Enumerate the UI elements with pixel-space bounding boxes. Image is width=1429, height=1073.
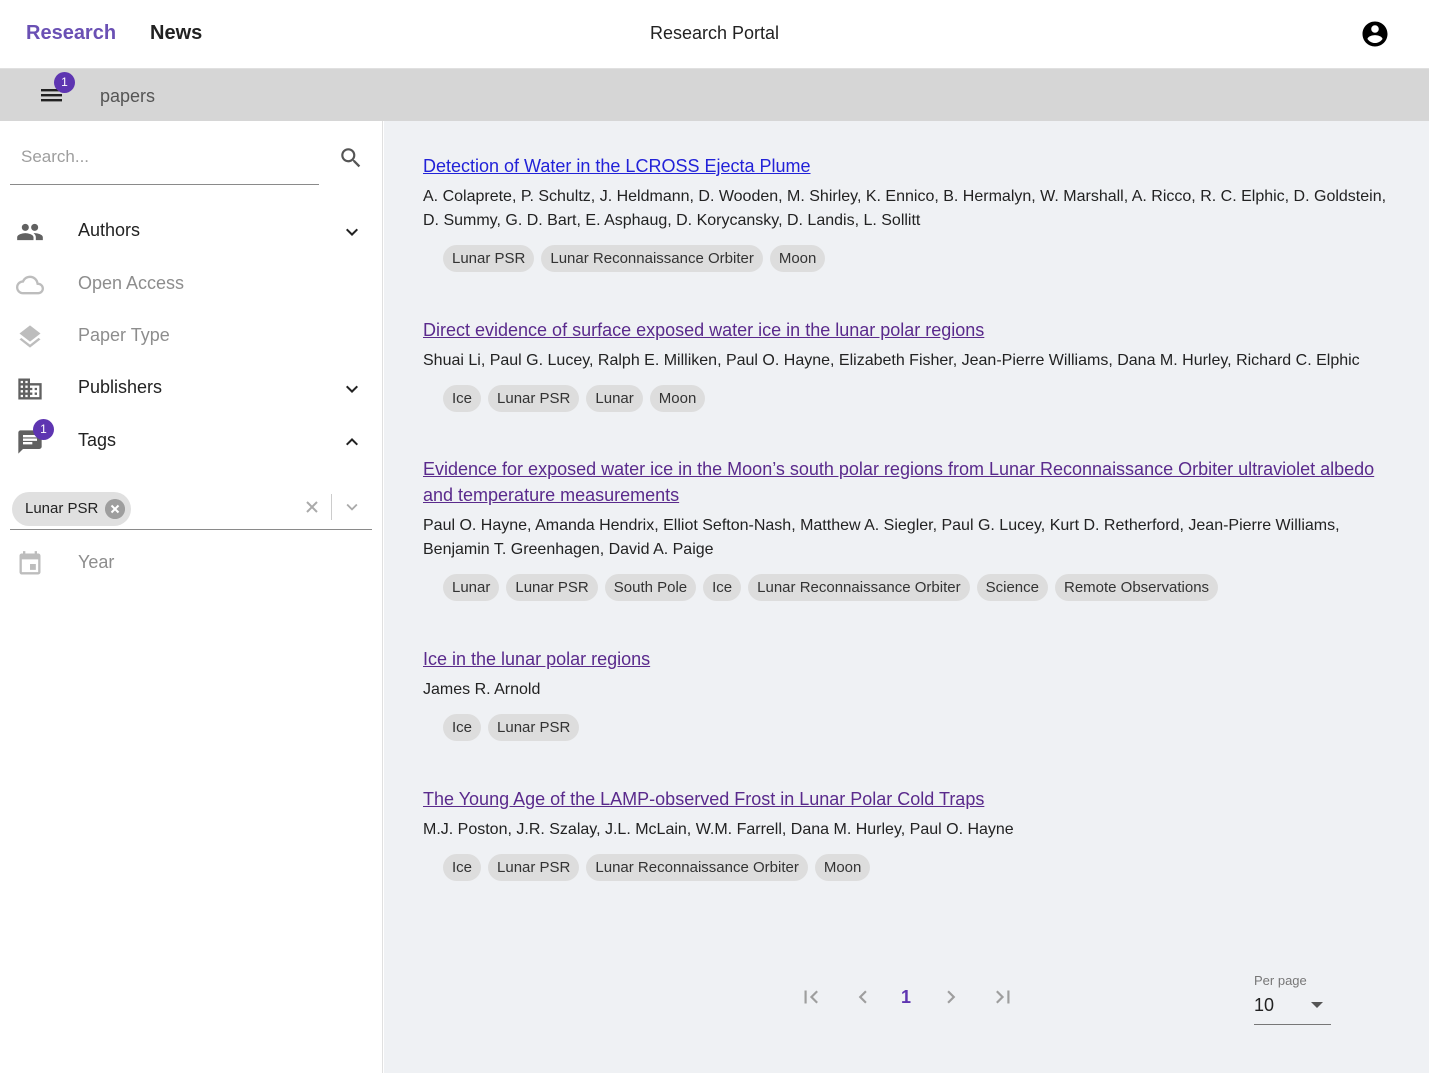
paper-item: Direct evidence of surface exposed water… — [423, 317, 1398, 412]
people-icon — [17, 223, 43, 241]
chevron-up-icon — [346, 438, 358, 446]
facet-open-access[interactable]: Open Access — [0, 259, 383, 311]
tag-chip[interactable]: Lunar PSR — [443, 245, 535, 272]
tag-chip[interactable]: Moon — [769, 245, 826, 272]
search-input[interactable] — [21, 147, 311, 167]
page-number-current[interactable]: 1 — [901, 987, 911, 1008]
tags-select[interactable]: Lunar PSR — [10, 488, 372, 530]
layers-icon — [19, 325, 41, 348]
search-field — [10, 139, 319, 185]
facet-paper-type-label: Paper Type — [78, 325, 170, 345]
secondary-toolbar: papers — [0, 69, 1429, 121]
filter-sidebar: Authors Open Access Paper Type Publisher… — [0, 121, 383, 1073]
facet-tags-label: Tags — [78, 430, 117, 450]
tag-chip[interactable]: South Pole — [604, 574, 697, 601]
paper-tags: Lunar Lunar PSR South Pole Ice Lunar Rec… — [443, 574, 1398, 601]
paper-tags: Ice Lunar PSR Lunar Reconnaissance Orbit… — [443, 854, 1398, 881]
per-page-value: 10 — [1254, 995, 1275, 1015]
chevron-down-icon — [346, 228, 358, 236]
first-page-icon[interactable] — [798, 984, 824, 1010]
search-icon[interactable] — [338, 145, 364, 171]
tags-count-badge: 1 — [33, 419, 54, 440]
paper-tags: Ice Lunar PSR Lunar Moon — [443, 385, 1398, 412]
paper-item: The Young Age of the LAMP-observed Frost… — [423, 786, 1398, 881]
remove-tag-icon[interactable] — [105, 499, 125, 519]
chevron-down-icon — [346, 385, 358, 393]
paper-title-link[interactable]: Ice in the lunar polar regions — [423, 646, 1398, 672]
tag-chip[interactable]: Lunar PSR — [488, 385, 580, 412]
tag-chip[interactable]: Lunar — [586, 385, 643, 412]
facet-open-access-label: Open Access — [78, 273, 185, 293]
select-divider — [331, 494, 332, 520]
tag-chip[interactable]: Lunar Reconnaissance Orbiter — [541, 245, 763, 272]
tag-chip[interactable]: Ice — [443, 385, 482, 412]
paper-authors: A. Colaprete, P. Schultz, J. Heldmann, D… — [423, 188, 1387, 229]
top-app-bar: Research News Research Portal — [0, 0, 1429, 69]
facet-authors-label: Authors — [78, 220, 141, 240]
clear-icon[interactable] — [303, 498, 321, 516]
previous-page-icon[interactable] — [850, 984, 876, 1010]
nav-research-link[interactable]: Research — [26, 22, 116, 45]
facet-authors[interactable]: Authors — [0, 206, 383, 258]
paper-title-link[interactable]: The Young Age of the LAMP-observed Frost… — [423, 786, 1398, 812]
facet-publishers[interactable]: Publishers — [0, 363, 383, 415]
facet-tags[interactable]: Tags — [0, 416, 383, 468]
paper-authors: James R. Arnold — [423, 681, 541, 698]
paper-tags: Lunar PSR Lunar Reconnaissance Orbiter M… — [443, 245, 1398, 272]
paper-title-link[interactable]: Evidence for exposed water ice in the Mo… — [423, 456, 1398, 508]
toolbar-title: papers — [100, 86, 156, 106]
tag-chip[interactable]: Lunar PSR — [488, 854, 580, 881]
paper-tags: Ice Lunar PSR — [443, 714, 1398, 741]
tag-chip[interactable]: Ice — [703, 574, 742, 601]
account-circle-icon[interactable] — [1360, 19, 1390, 49]
building-icon — [18, 378, 42, 400]
paper-title-link[interactable]: Detection of Water in the LCROSS Ejecta … — [423, 153, 1398, 179]
tag-chip[interactable]: Lunar Reconnaissance Orbiter — [586, 854, 808, 881]
facet-year[interactable]: Year — [0, 538, 383, 590]
nav-news-link[interactable]: News — [150, 22, 202, 45]
portal-title: Research Portal — [649, 23, 780, 43]
tag-chip[interactable]: Lunar PSR — [506, 574, 598, 601]
last-page-icon[interactable] — [990, 984, 1016, 1010]
dropdown-arrow-icon — [1311, 1002, 1323, 1008]
papers-list: Detection of Water in the LCROSS Ejecta … — [384, 121, 1429, 1073]
paper-authors: Paul O. Hayne, Amanda Hendrix, Elliot Se… — [423, 517, 1340, 558]
tag-chip[interactable]: Lunar — [443, 574, 500, 601]
tag-chip[interactable]: Remote Observations — [1054, 574, 1219, 601]
paper-item: Ice in the lunar polar regions James R. … — [423, 646, 1398, 741]
tag-chip[interactable]: Lunar PSR — [488, 714, 580, 741]
paper-authors: Shuai Li, Paul G. Lucey, Ralph E. Millik… — [423, 352, 1360, 369]
next-page-icon[interactable] — [938, 984, 964, 1010]
facet-paper-type[interactable]: Paper Type — [0, 311, 383, 363]
tag-chip[interactable]: Moon — [814, 854, 871, 881]
menu-badge: 1 — [54, 72, 75, 93]
calendar-icon — [19, 551, 41, 575]
paper-item: Evidence for exposed water ice in the Mo… — [423, 456, 1398, 601]
selected-tag-label: Lunar PSR — [25, 500, 99, 517]
tag-chip[interactable]: Lunar Reconnaissance Orbiter — [748, 574, 970, 601]
paper-item: Detection of Water in the LCROSS Ejecta … — [423, 153, 1398, 272]
facet-year-label: Year — [78, 552, 115, 572]
tag-chip[interactable]: Ice — [443, 714, 482, 741]
per-page-select[interactable]: 10 — [1254, 992, 1331, 1025]
per-page-label: Per page — [1254, 973, 1307, 988]
facet-publishers-label: Publishers — [78, 377, 163, 397]
dropdown-chevron-icon[interactable] — [341, 496, 363, 518]
tag-chip[interactable]: Moon — [649, 385, 706, 412]
paper-title-link[interactable]: Direct evidence of surface exposed water… — [423, 317, 1398, 343]
paper-authors: M.J. Poston, J.R. Szalay, J.L. McLain, W… — [423, 821, 1014, 838]
tag-chip[interactable]: Science — [976, 574, 1048, 601]
cloud-icon — [16, 275, 44, 295]
tag-chip[interactable]: Ice — [443, 854, 482, 881]
